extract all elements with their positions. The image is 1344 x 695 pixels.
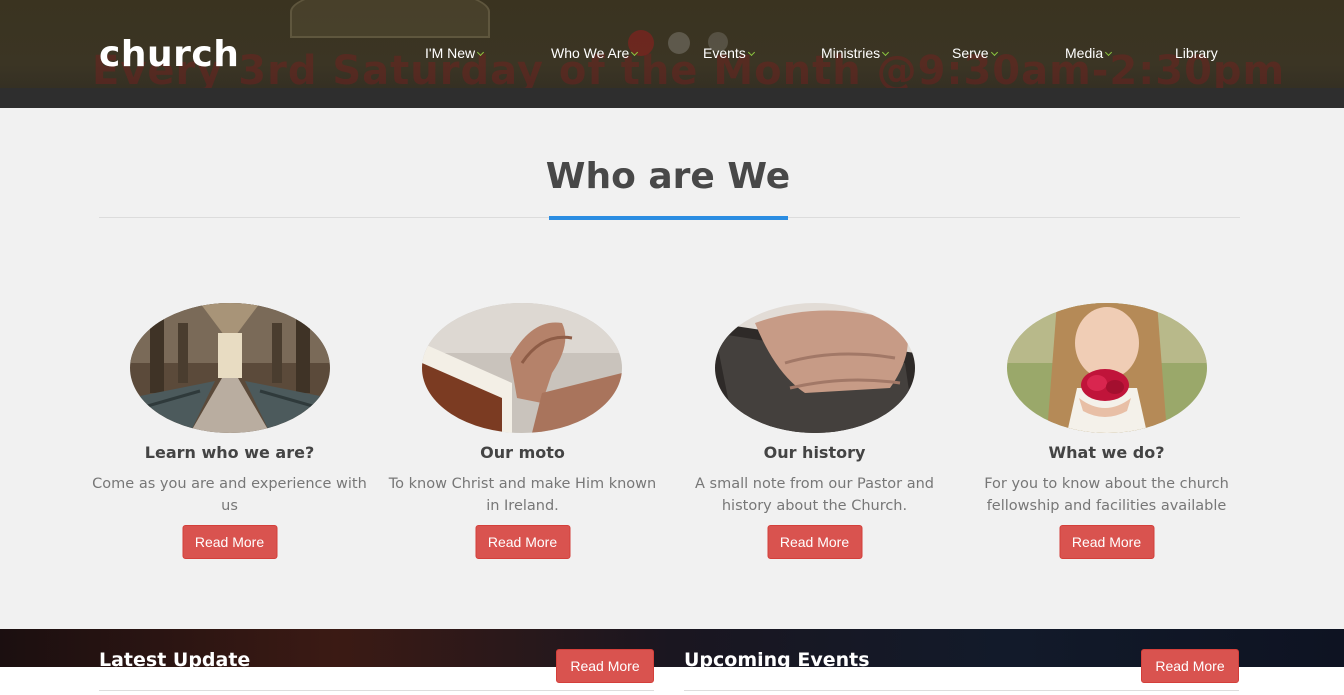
nav-item-label: Ministries: [821, 45, 881, 61]
nav-item-label: Who We Are: [551, 45, 630, 61]
nav-item-events[interactable]: Events: [703, 45, 755, 61]
nav-item-media[interactable]: Media: [1065, 45, 1113, 61]
read-more-button[interactable]: Read More: [767, 525, 862, 559]
church-interior-image[interactable]: [130, 303, 330, 433]
chevron-down-icon: [1105, 48, 1113, 57]
chevron-down-icon: [882, 48, 890, 57]
read-more-button[interactable]: Read More: [182, 525, 277, 559]
card-description: For you to know about the church fellows…: [984, 476, 1229, 514]
nav-item-ministries[interactable]: Ministries: [821, 45, 890, 61]
chevron-down-icon: [990, 48, 998, 57]
card-title: What we do?: [1048, 443, 1165, 462]
nav-item-label: Media: [1065, 45, 1104, 61]
praying-hands-bible-image[interactable]: [422, 303, 622, 433]
nav-item-label: Library: [1175, 45, 1218, 61]
card-learn-who-we-are: Learn who we are? Come as you are and ex…: [83, 303, 376, 563]
nav-item-library[interactable]: Library: [1175, 45, 1218, 61]
card-description: Come as you are and experience with us: [92, 476, 367, 514]
nav-item-serve[interactable]: Serve: [952, 45, 998, 61]
header-banner-text: Every 3rd Saturday of the Month @9:30am-…: [92, 48, 1286, 90]
site-header: Every 3rd Saturday of the Month @9:30am-…: [0, 0, 1344, 108]
upcoming-events-read-more-button[interactable]: Read More: [1141, 649, 1239, 683]
chevron-down-icon: [747, 48, 755, 57]
read-more-button[interactable]: Read More: [1059, 525, 1154, 559]
chevron-down-icon: [477, 48, 485, 57]
card-title: Our history: [763, 443, 866, 462]
latest-update-read-more-button[interactable]: Read More: [556, 649, 654, 683]
card-title: Learn who we are?: [144, 443, 315, 462]
card-our-history: Our history A small note from our Pastor…: [668, 303, 961, 563]
nav-item-label: Events: [703, 45, 746, 61]
card-title: Our moto: [480, 443, 565, 462]
nav-item-im-new[interactable]: I'M New: [425, 45, 485, 61]
girl-with-flower-image[interactable]: [1007, 303, 1207, 433]
card-description: A small note from our Pastor and history…: [695, 476, 934, 514]
nav-item-label: I'M New: [425, 45, 476, 61]
header-book-graphic: [290, 0, 490, 38]
nav-item-who-we-are[interactable]: Who We Are: [551, 45, 639, 61]
section-title: Who are We: [545, 156, 791, 197]
card-what-we-do: What we do? For you to know about the ch…: [960, 303, 1253, 563]
chevron-down-icon: [631, 48, 639, 57]
header-bottom-strip: [0, 88, 1344, 108]
nav-item-label: Serve: [952, 45, 989, 61]
hands-on-bible-image[interactable]: [715, 303, 915, 433]
site-logo[interactable]: church: [99, 34, 239, 75]
latest-update-divider: [99, 690, 654, 691]
card-description: To know Christ and make Him known in Ire…: [388, 476, 657, 514]
upcoming-events-title: Upcoming Events: [684, 649, 870, 667]
latest-update-title: Latest Update: [99, 649, 251, 667]
upcoming-events-divider: [684, 690, 1239, 691]
read-more-button[interactable]: Read More: [475, 525, 570, 559]
title-accent-bar: [549, 216, 788, 220]
card-our-moto: Our moto To know Christ and make Him kno…: [376, 303, 669, 563]
